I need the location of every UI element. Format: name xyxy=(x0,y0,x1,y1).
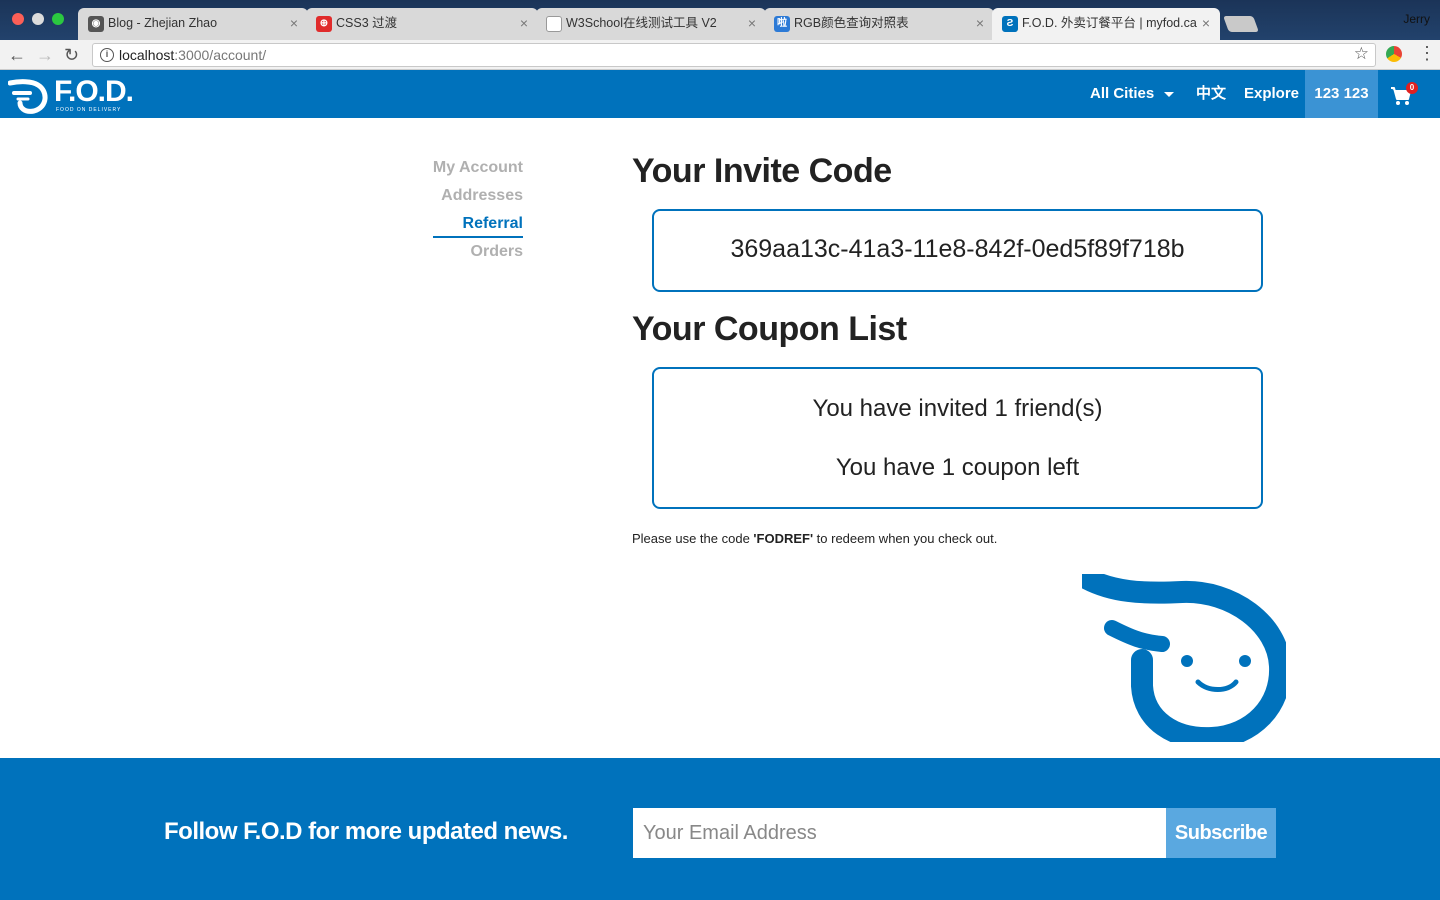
url-host: localhost xyxy=(119,47,175,63)
browser-tab-bar: ◉ Blog - Zhejian Zhao × ⊕ CSS3 过渡 × W3Sc… xyxy=(0,0,1440,40)
bookmark-star-icon[interactable]: ☆ xyxy=(1354,44,1369,64)
url-path: :3000/account/ xyxy=(174,47,267,63)
coupon-list-box: You have invited 1 friend(s) You have 1 … xyxy=(652,367,1263,509)
address-bar[interactable]: i localhost:3000/account/ ☆ xyxy=(92,43,1376,67)
browser-tab-active[interactable]: Ƨ F.O.D. 外卖订餐平台 | myfod.ca × xyxy=(992,8,1220,40)
browser-menu-icon[interactable]: ⋮ xyxy=(1418,43,1436,64)
fod-logo[interactable]: F.O.D. FOOD ON DELIVERY xyxy=(8,75,138,114)
site-header: F.O.D. FOOD ON DELIVERY All Cities 中文 Ex… xyxy=(0,70,1440,118)
cart-button[interactable]: 0 xyxy=(1390,70,1418,118)
close-icon[interactable]: × xyxy=(1202,8,1210,38)
coupon-count-text: You have 1 coupon left xyxy=(835,454,1080,481)
fod-mascot-icon xyxy=(1082,574,1286,742)
explore-link[interactable]: Explore xyxy=(1244,70,1299,118)
reload-icon[interactable]: ↻ xyxy=(64,44,79,66)
profile-name[interactable]: Jerry xyxy=(1403,12,1430,26)
active-item-underline xyxy=(433,236,523,238)
redeem-note: Please use the code 'FODREF' to redeem w… xyxy=(632,531,997,546)
minimize-window-icon[interactable] xyxy=(32,13,44,25)
zoom-window-icon[interactable] xyxy=(52,13,64,25)
avatar-icon: ◉ xyxy=(88,16,104,32)
close-window-icon[interactable] xyxy=(12,13,24,25)
browser-tab[interactable]: ⊕ CSS3 过渡 × xyxy=(306,8,538,40)
close-icon[interactable]: × xyxy=(290,8,298,38)
tab-title: Blog - Zhejian Zhao xyxy=(108,16,218,30)
url-text[interactable]: localhost:3000/account/ xyxy=(119,47,266,63)
sidebar-item-orders[interactable]: Orders xyxy=(471,243,523,261)
info-icon[interactable]: i xyxy=(100,48,114,62)
browser-tab[interactable]: W3School在线测试工具 V2 × xyxy=(536,8,766,40)
w3school-icon: ⊕ xyxy=(316,16,332,32)
referral-code: 'FODREF' xyxy=(753,531,814,546)
fod-icon: Ƨ xyxy=(1002,16,1018,32)
site-icon: 啦 xyxy=(774,16,790,32)
close-icon[interactable]: × xyxy=(976,8,984,38)
extension-icon[interactable] xyxy=(1386,46,1402,62)
city-selector[interactable]: All Cities xyxy=(1090,70,1175,118)
browser-toolbar: ← → ↻ i localhost:3000/account/ ☆ ⋮ xyxy=(0,40,1440,70)
tab-title: CSS3 过渡 xyxy=(336,16,398,30)
email-field[interactable] xyxy=(633,808,1166,858)
fod-logo-icon xyxy=(8,79,48,114)
close-icon[interactable]: × xyxy=(520,8,528,38)
newsletter-heading: Follow F.O.D for more updated news. xyxy=(164,818,568,845)
close-icon[interactable]: × xyxy=(748,8,756,38)
browser-tab[interactable]: ◉ Blog - Zhejian Zhao × xyxy=(78,8,308,40)
tab-title: F.O.D. 外卖订餐平台 | myfod.ca xyxy=(1022,16,1197,30)
subscribe-button[interactable]: Subscribe xyxy=(1166,808,1276,858)
site-footer: Follow F.O.D for more updated news. Subs… xyxy=(0,758,1440,900)
new-tab-button[interactable] xyxy=(1223,16,1259,32)
tab-title: RGB颜色查询对照表 xyxy=(794,16,909,30)
city-selector-label: All Cities xyxy=(1090,85,1155,102)
logo-tagline: FOOD ON DELIVERY xyxy=(56,107,122,113)
invite-code-box: 369aa13c-41a3-11e8-842f-0ed5f89f718b xyxy=(652,209,1263,292)
invite-code-heading: Your Invite Code xyxy=(632,152,892,190)
sidebar-item-referral[interactable]: Referral xyxy=(463,215,523,233)
user-menu[interactable]: 123 123 xyxy=(1305,70,1378,118)
browser-tab[interactable]: 啦 RGB颜色查询对照表 × xyxy=(764,8,994,40)
invited-count-text: You have invited 1 friend(s) xyxy=(812,395,1103,422)
chevron-down-icon xyxy=(1164,91,1175,97)
coupon-list-heading: Your Coupon List xyxy=(632,310,907,348)
invite-code-value: 369aa13c-41a3-11e8-842f-0ed5f89f718b xyxy=(730,235,1185,263)
back-arrow-icon[interactable]: ← xyxy=(8,44,26,66)
sidebar-item-addresses[interactable]: Addresses xyxy=(441,187,523,205)
forward-arrow-icon[interactable]: → xyxy=(36,44,54,66)
sidebar-item-my-account[interactable]: My Account xyxy=(433,159,523,177)
redeem-note-suffix: to redeem when you check out. xyxy=(813,531,998,546)
redeem-note-prefix: Please use the code xyxy=(632,531,754,546)
document-icon xyxy=(546,16,562,32)
language-switch[interactable]: 中文 xyxy=(1196,70,1226,118)
cart-count-badge: 0 xyxy=(1406,82,1418,94)
logo-text: F.O.D. xyxy=(54,75,134,108)
tab-title: W3School在线测试工具 V2 xyxy=(566,16,717,30)
